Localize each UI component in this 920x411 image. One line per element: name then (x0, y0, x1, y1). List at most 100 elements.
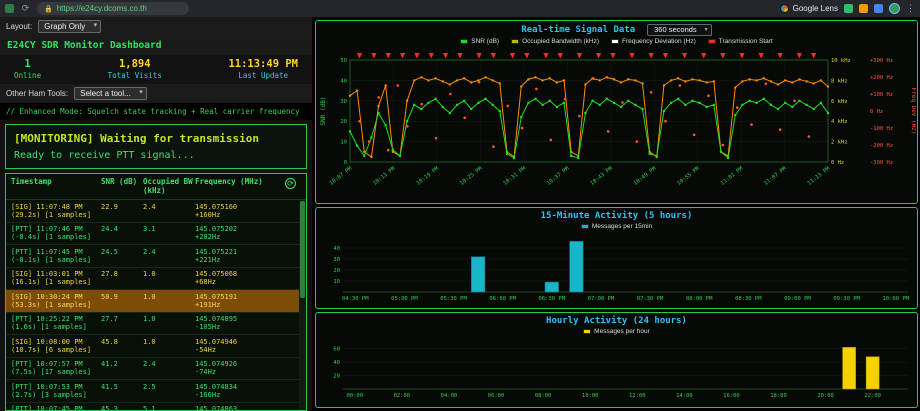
legend-item[interactable]: Transmission Start (708, 38, 773, 45)
stat-online: 1 Online (14, 58, 41, 80)
hourly-legend: Messages per hour (316, 327, 917, 336)
hourly-panel-header: Hourly Activity (24 hours) (316, 313, 917, 327)
tools-select[interactable]: Select a tool... (74, 87, 147, 100)
signal-legend: SNR (dB) Occupied Bandwidth (kHz) Frequenc… (316, 37, 917, 46)
table-row[interactable]: [PTT] 10:07:45 PM (5.6s) [1 samples]45.3… (6, 403, 299, 411)
refresh-page-icon[interactable]: ⟳ (20, 3, 31, 14)
hourly-legend-swatch (583, 329, 591, 334)
browser-menu-icon[interactable]: ⋮ (906, 3, 915, 14)
row-frequency: 145.074926-74Hz (195, 360, 296, 377)
enhanced-mode-banner: // Enhanced Mode: Squelch state tracking… (0, 103, 312, 120)
svg-text:05:00 PM: 05:00 PM (391, 296, 418, 302)
svg-text:05:30 PM: 05:30 PM (440, 296, 467, 302)
page-title: E24CY SDR Monitor Dashboard (0, 36, 312, 55)
legend-swatch (708, 39, 716, 44)
svg-text:11:01 PM: 11:01 PM (720, 165, 745, 186)
table-scrollbar-thumb[interactable] (300, 201, 305, 298)
row-bw: 5.1 (143, 405, 193, 410)
svg-text:30: 30 (333, 257, 340, 263)
left-panel: Layout: Graph Only E24CY SDR Monitor Das… (0, 17, 312, 411)
act15-legend: Messages per 15min (316, 222, 917, 231)
svg-text:40: 40 (333, 360, 340, 366)
layout-label: Layout: (6, 22, 32, 31)
extension-icon[interactable] (844, 4, 853, 13)
svg-text:SNR (dB): SNR (dB) (320, 97, 327, 126)
hourly-chart: 20406000:0002:0004:0006:0008:0010:0012:0… (317, 336, 916, 402)
table-row[interactable]: [PTT] 11:07:45 PM (-0.1s) [1 samples]24.… (6, 245, 299, 268)
header-bw: Occupied BW (kHz) (143, 178, 193, 195)
svg-text:11:13 PM: 11:13 PM (807, 165, 832, 186)
google-lens-button[interactable]: Google Lens (780, 4, 838, 13)
svg-text:10:00 PM: 10:00 PM (882, 296, 909, 302)
extension-icon[interactable] (859, 4, 868, 13)
legend-item[interactable]: Occupied Bandwidth (kHz) (511, 38, 599, 45)
header-snr: SNR (dB) (101, 178, 141, 195)
signal-table: Timestamp SNR (dB) Occupied BW (kHz) Fre… (5, 173, 307, 411)
svg-text:8 kHz: 8 kHz (831, 78, 848, 84)
row-timestamp: [PTT] 11:07:45 PM (-0.1s) [1 samples] (11, 248, 99, 265)
layout-select[interactable]: Graph Only (38, 20, 101, 33)
refresh-table-icon[interactable]: ⟳ (285, 178, 296, 189)
svg-text:60: 60 (333, 347, 340, 353)
svg-text:10:31 PM: 10:31 PM (502, 165, 527, 186)
dashboard-page: Layout: Graph Only E24CY SDR Monitor Das… (0, 17, 920, 411)
stat-last-update: 11:13:49 PM Last Update (228, 58, 298, 80)
time-range-select[interactable]: 360 seconds (647, 24, 712, 36)
table-row[interactable]: [PTT] 10:07:57 PM (7.5s) [17 samples]41.… (6, 358, 299, 381)
row-snr: 22.9 (101, 203, 141, 220)
tools-label: Other Ham Tools: (6, 89, 68, 98)
row-snr: 27.7 (101, 315, 141, 332)
profile-avatar[interactable] (889, 3, 900, 14)
legend-swatch (460, 39, 468, 44)
svg-text:08:00: 08:00 (535, 393, 552, 399)
google-lens-label: Google Lens (793, 4, 838, 13)
table-row[interactable]: [SIG] 11:03:01 PM (16.1s) [1 samples]27.… (6, 268, 299, 291)
svg-text:02:00: 02:00 (394, 393, 411, 399)
svg-text:14:00: 14:00 (676, 393, 693, 399)
row-snr: 45.3 (101, 405, 141, 410)
svg-text:08:30 PM: 08:30 PM (735, 296, 762, 302)
svg-text:2 kHz: 2 kHz (831, 140, 848, 146)
extension-icon[interactable] (874, 4, 883, 13)
row-snr: 41.5 (101, 383, 141, 400)
act15-legend-swatch (581, 224, 589, 229)
row-timestamp: [SIG] 11:03:01 PM (16.1s) [1 samples] (11, 270, 99, 287)
row-bw: 3.1 (143, 225, 193, 242)
table-row[interactable]: [SIG] 10:08:00 PM (10.7s) [6 samples]45.… (6, 335, 299, 358)
svg-text:11:07 PM: 11:07 PM (763, 165, 788, 186)
status-line-1: [MONITORING] Waiting for transmission (14, 132, 298, 145)
table-row[interactable]: [SIG] 10:30:24 PM (53.3s) [1 samples]50.… (6, 290, 299, 313)
legend-item[interactable]: Messages per hour (583, 328, 650, 335)
svg-text:+200 Hz: +200 Hz (870, 75, 893, 81)
address-bar[interactable]: 🔒 https://e24cy.dcoms.co.th (37, 2, 189, 15)
svg-text:0 Hz: 0 Hz (831, 160, 844, 166)
svg-text:10:49 PM: 10:49 PM (633, 165, 658, 186)
signal-panel-title: Real-time Signal Data (521, 25, 635, 35)
stat-total-visits: 1,894 Total Visits (108, 58, 162, 80)
svg-text:18:00: 18:00 (770, 393, 787, 399)
update-value: 11:13:49 PM (228, 58, 298, 70)
table-row[interactable]: [PTT] 10:25:22 PM (1.6s) [1 samples]27.7… (6, 313, 299, 336)
table-scrollbar[interactable] (299, 200, 306, 410)
row-timestamp: [SIG] 10:08:00 PM (10.7s) [6 samples] (11, 338, 99, 355)
legend-item[interactable]: Frequency Deviation (Hz) (611, 38, 696, 45)
table-row[interactable]: [SIG] 11:07:48 PM (29.2s) [1 samples]22.… (6, 200, 299, 223)
google-lens-icon (780, 4, 789, 13)
row-frequency: 145.075202+202Hz (195, 225, 296, 242)
svg-text:10:00: 10:00 (582, 393, 599, 399)
legend-item[interactable]: Messages per 15min (581, 223, 652, 230)
row-frequency: 145.075191+191Hz (195, 293, 296, 310)
legend-item[interactable]: SNR (dB) (460, 38, 499, 45)
row-timestamp: [SIG] 11:07:48 PM (29.2s) [1 samples] (11, 203, 99, 220)
row-snr: 24.4 (101, 225, 141, 242)
svg-text:+100 Hz: +100 Hz (870, 92, 893, 98)
row-timestamp: [PTT] 10:07:57 PM (7.5s) [17 samples] (11, 360, 99, 377)
table-row[interactable]: [PTT] 10:07:53 PM (2.7s) [3 samples]41.5… (6, 380, 299, 403)
svg-text:-300 Hz: -300 Hz (870, 160, 893, 166)
row-bw: 2.4 (143, 248, 193, 265)
site-favicon-icon (5, 4, 14, 13)
table-row[interactable]: [PTT] 11:07:46 PM (-0.4s) [1 samples]24.… (6, 223, 299, 246)
row-snr: 45.8 (101, 338, 141, 355)
svg-text:4 kHz: 4 kHz (831, 119, 848, 125)
svg-text:10 kHz: 10 kHz (831, 58, 851, 64)
